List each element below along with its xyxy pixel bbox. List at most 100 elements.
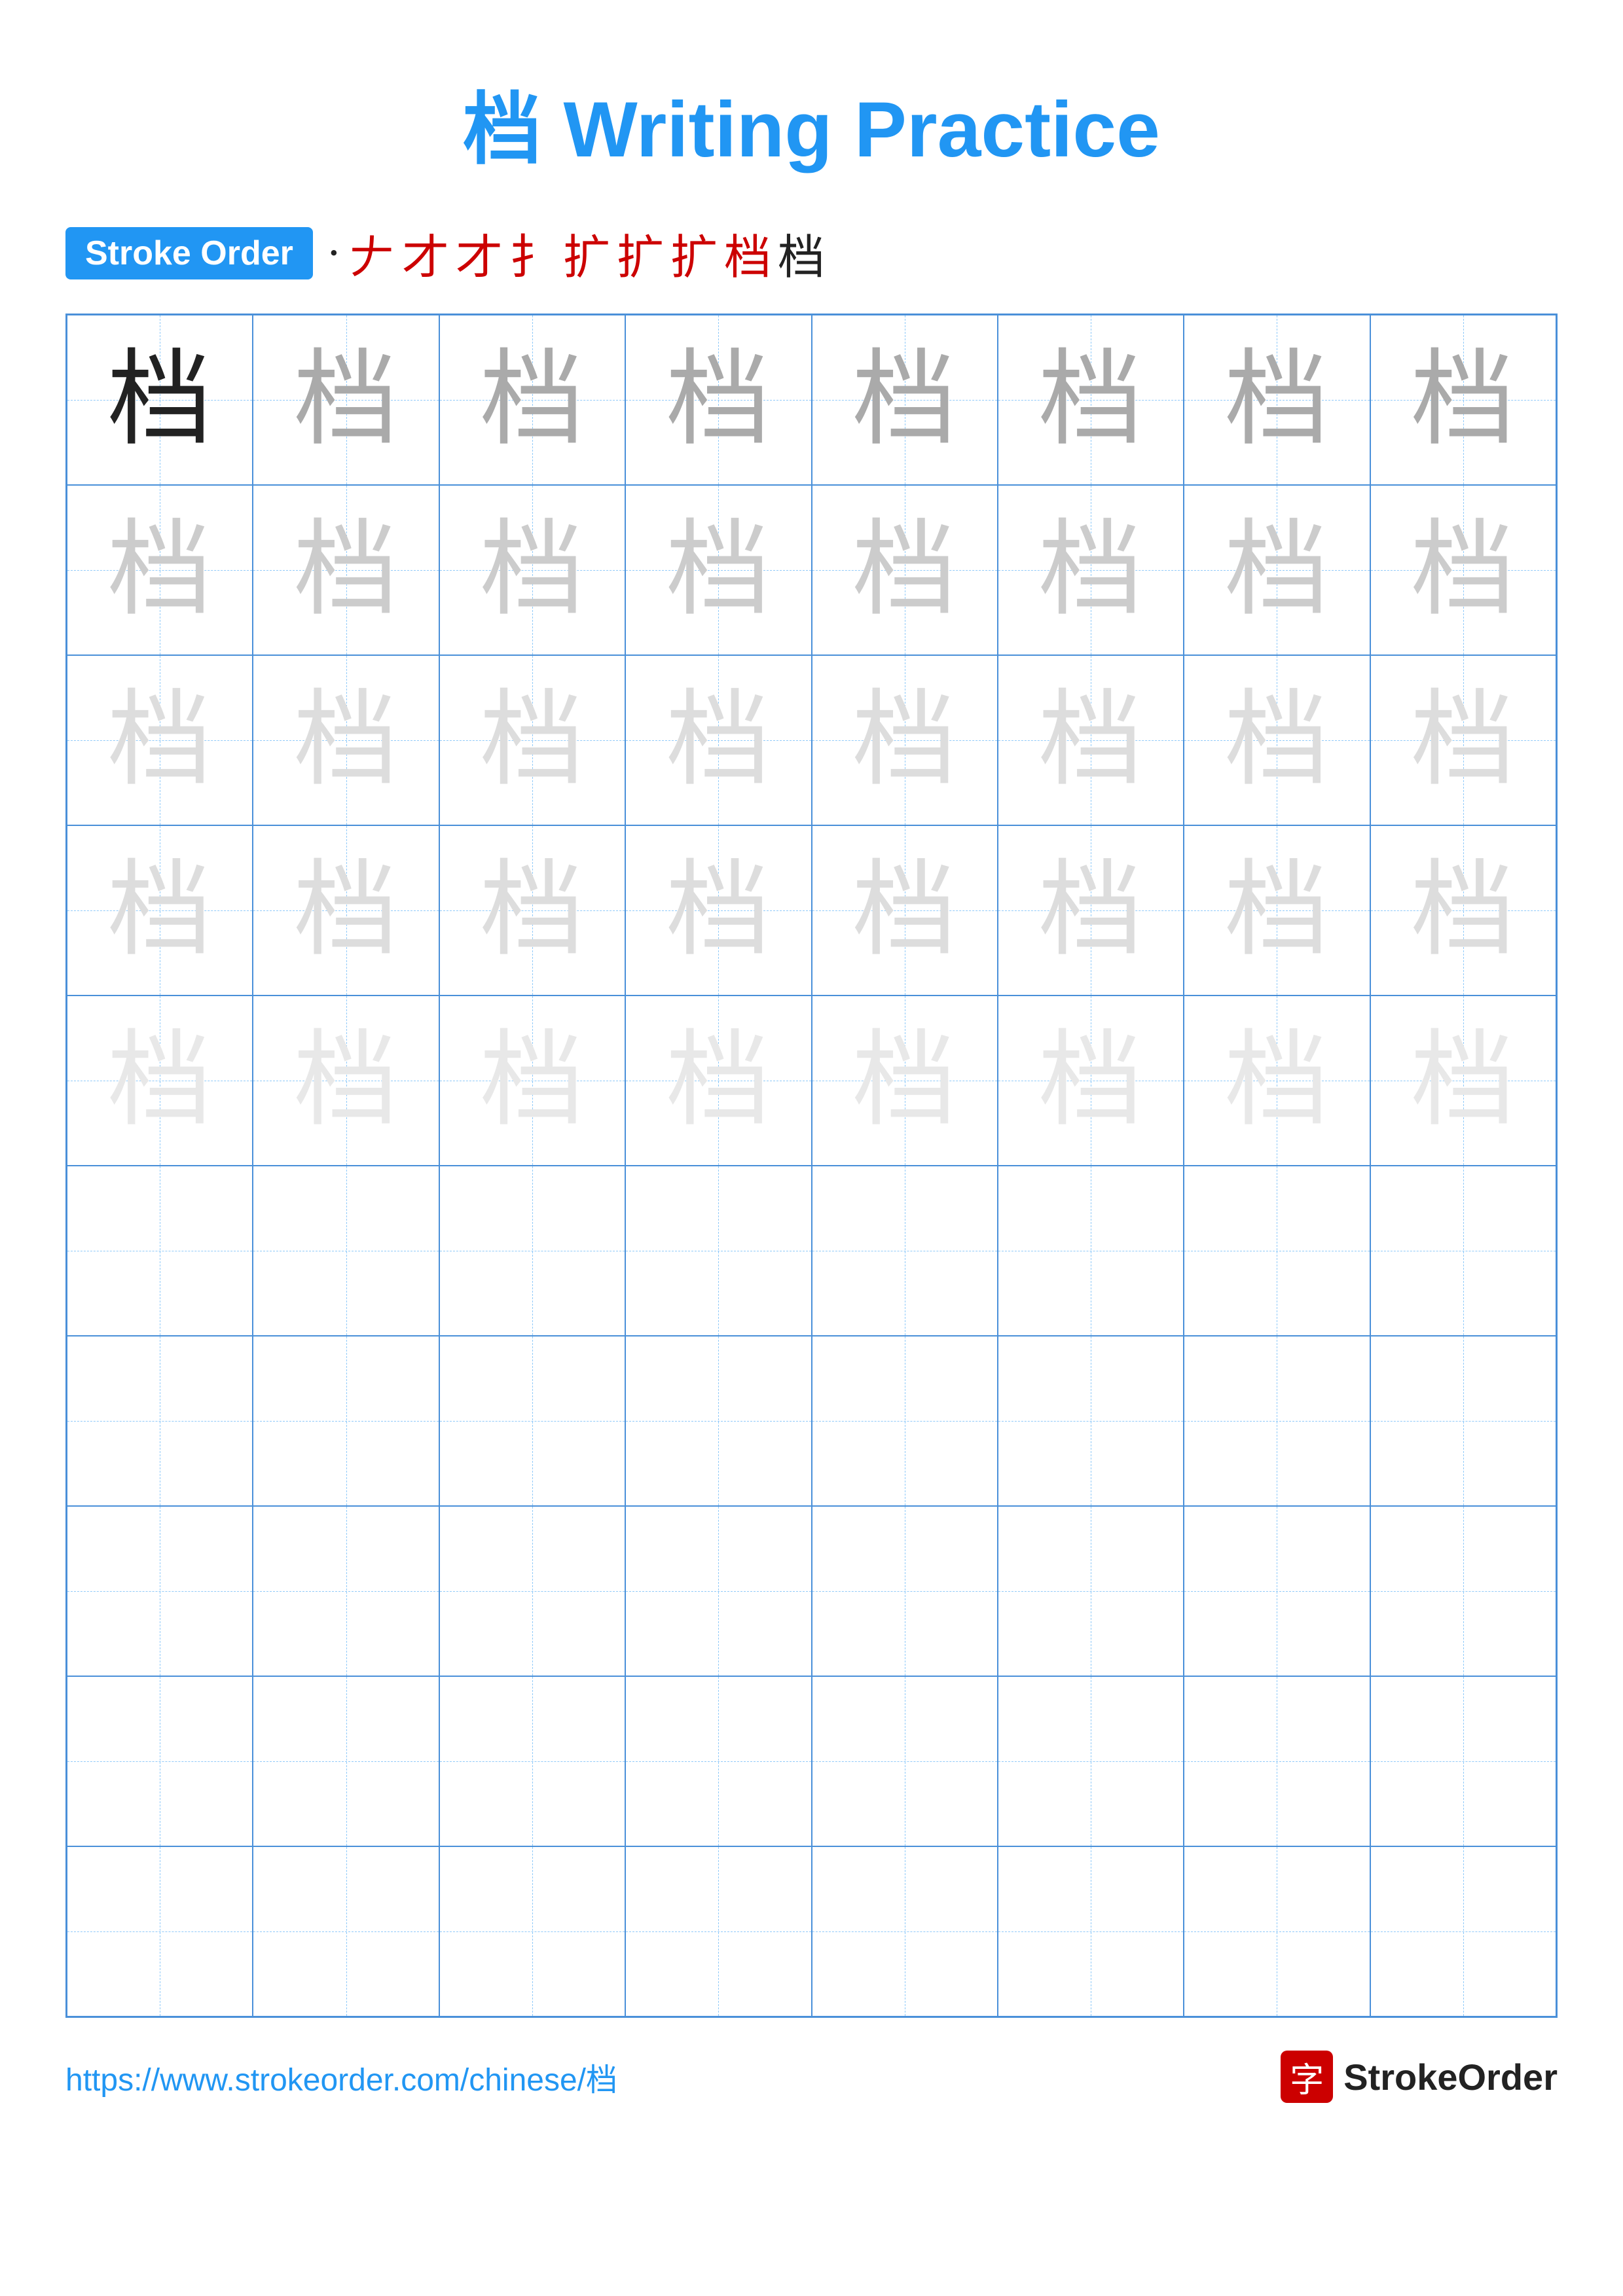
grid-cell[interactable]: 档 <box>1184 825 1370 996</box>
grid-cell[interactable]: 档 <box>625 485 811 655</box>
grid-cell[interactable] <box>1370 1166 1556 1336</box>
grid-cell[interactable] <box>625 1166 811 1336</box>
grid-cell[interactable] <box>812 1506 998 1676</box>
grid-cell[interactable] <box>67 1506 253 1676</box>
grid-cell[interactable] <box>812 1676 998 1846</box>
grid-cell[interactable]: 档 <box>439 996 625 1166</box>
grid-cell[interactable] <box>812 1846 998 2017</box>
grid-cell[interactable]: 档 <box>1370 996 1556 1166</box>
grid-cell[interactable] <box>1184 1846 1370 2017</box>
grid-cell[interactable] <box>67 1166 253 1336</box>
grid-cell[interactable] <box>1370 1336 1556 1506</box>
cell-char: 档 <box>1224 1028 1329 1133</box>
grid-cell[interactable]: 档 <box>1370 825 1556 996</box>
grid-cell[interactable]: 档 <box>67 485 253 655</box>
grid-cell[interactable] <box>1184 1676 1370 1846</box>
grid-cell[interactable] <box>67 1336 253 1506</box>
grid-cell[interactable] <box>1184 1166 1370 1336</box>
footer-url[interactable]: https://www.strokeorder.com/chinese/档 <box>65 2054 617 2100</box>
grid-cell[interactable] <box>1184 1336 1370 1506</box>
grid-cell[interactable]: 档 <box>998 315 1184 485</box>
grid-cell[interactable]: 档 <box>812 485 998 655</box>
grid-cell[interactable]: 档 <box>625 996 811 1166</box>
cell-char: 档 <box>107 858 212 963</box>
grid-cell[interactable]: 档 <box>812 996 998 1166</box>
grid-cell[interactable]: 档 <box>253 655 439 825</box>
cell-char: 档 <box>294 348 399 452</box>
grid-cell[interactable]: 档 <box>1370 655 1556 825</box>
grid-cell[interactable] <box>67 1676 253 1846</box>
grid-cell[interactable]: 档 <box>67 655 253 825</box>
grid-cell[interactable]: 档 <box>253 485 439 655</box>
grid-cell[interactable]: 档 <box>625 825 811 996</box>
grid-cell[interactable]: 档 <box>253 315 439 485</box>
grid-cell[interactable]: 档 <box>812 825 998 996</box>
grid-cell[interactable] <box>1370 1506 1556 1676</box>
grid-cell[interactable] <box>1184 1506 1370 1676</box>
grid-cell[interactable]: 档 <box>1184 996 1370 1166</box>
grid-cell[interactable]: 档 <box>1184 315 1370 485</box>
grid-cell[interactable]: 档 <box>998 655 1184 825</box>
grid-cell[interactable] <box>439 1506 625 1676</box>
cell-char: 档 <box>666 1028 771 1133</box>
grid-cell[interactable]: 档 <box>625 315 811 485</box>
grid-cell[interactable] <box>253 1506 439 1676</box>
stroke-seq-8: 扩 <box>670 219 718 287</box>
grid-cell[interactable] <box>625 1506 811 1676</box>
grid-cell[interactable]: 档 <box>812 655 998 825</box>
grid-cell[interactable] <box>67 1846 253 2017</box>
grid-cell[interactable]: 档 <box>253 996 439 1166</box>
cell-char: 档 <box>666 518 771 622</box>
grid-cell[interactable] <box>998 1166 1184 1336</box>
stroke-order-badge: Stroke Order <box>65 227 313 279</box>
stroke-seq-6: 扩 <box>563 219 610 287</box>
grid-cell[interactable]: 档 <box>439 655 625 825</box>
grid-cell[interactable] <box>439 1676 625 1846</box>
grid-cell[interactable]: 档 <box>253 825 439 996</box>
stroke-seq-7: 扩 <box>617 219 664 287</box>
cell-char: 档 <box>107 688 212 793</box>
grid-cell[interactable] <box>998 1336 1184 1506</box>
grid-cell[interactable] <box>812 1166 998 1336</box>
grid-cell[interactable]: 档 <box>998 825 1184 996</box>
stroke-seq-4: 才 <box>456 219 503 287</box>
footer-logo: 字 StrokeOrder <box>1281 2051 1558 2103</box>
grid-cell[interactable] <box>253 1846 439 2017</box>
grid-cell[interactable] <box>812 1336 998 1506</box>
cell-char: 档 <box>1411 518 1516 622</box>
grid-cell[interactable]: 档 <box>439 485 625 655</box>
grid-cell[interactable] <box>439 1336 625 1506</box>
grid-cell[interactable]: 档 <box>67 825 253 996</box>
grid-cell[interactable] <box>625 1846 811 2017</box>
grid-cell[interactable]: 档 <box>625 655 811 825</box>
cell-char: 档 <box>1224 858 1329 963</box>
grid-cell[interactable]: 档 <box>67 996 253 1166</box>
grid-cell[interactable] <box>253 1166 439 1336</box>
grid-cell[interactable] <box>998 1676 1184 1846</box>
grid-cell[interactable]: 档 <box>998 485 1184 655</box>
grid-cell[interactable]: 档 <box>1184 655 1370 825</box>
cell-char: 档 <box>1224 688 1329 793</box>
grid-cell[interactable]: 档 <box>998 996 1184 1166</box>
grid-cell[interactable] <box>1370 1846 1556 2017</box>
stroke-sequence: · 𠂇 才 才 扌 扩 扩 扩 档 档 <box>326 219 825 287</box>
grid-cell[interactable]: 档 <box>1370 485 1556 655</box>
grid-cell[interactable] <box>439 1166 625 1336</box>
grid-cell[interactable]: 档 <box>439 315 625 485</box>
grid-cell[interactable]: 档 <box>812 315 998 485</box>
grid-cell[interactable]: 档 <box>439 825 625 996</box>
grid-cell[interactable] <box>253 1676 439 1846</box>
grid-cell[interactable] <box>998 1506 1184 1676</box>
footer-logo-text: StrokeOrder <box>1343 2056 1558 2098</box>
cell-char: 档 <box>1411 348 1516 452</box>
grid-cell[interactable] <box>439 1846 625 2017</box>
grid-cell[interactable] <box>998 1846 1184 2017</box>
grid-cell[interactable] <box>625 1336 811 1506</box>
grid-cell[interactable] <box>253 1336 439 1506</box>
grid-cell[interactable]: 档 <box>1370 315 1556 485</box>
grid-cell[interactable]: 档 <box>1184 485 1370 655</box>
grid-cell[interactable]: 档 <box>67 315 253 485</box>
grid-cell[interactable] <box>625 1676 811 1846</box>
practice-grid: 档 档 档 档 档 档 档 档 档 档 档 档 档 档 档 档 <box>65 314 1558 2018</box>
grid-cell[interactable] <box>1370 1676 1556 1846</box>
